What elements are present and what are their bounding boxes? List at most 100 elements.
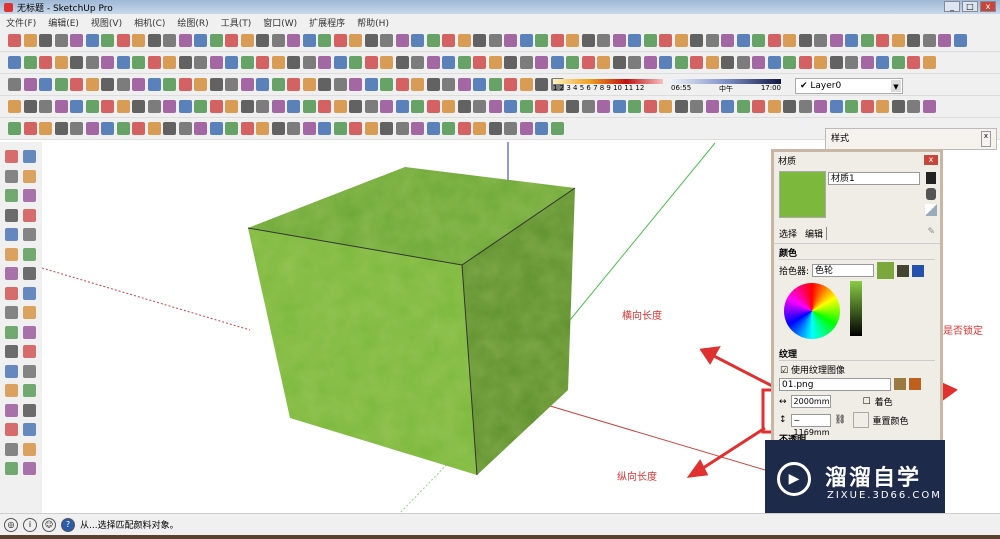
tool-icon[interactable] <box>85 78 99 91</box>
tool-icon[interactable] <box>426 34 440 47</box>
tool-icon[interactable] <box>442 78 455 91</box>
layer-select[interactable]: ✔ Layer0 ▼ <box>795 78 903 94</box>
tool-icon[interactable] <box>209 100 223 113</box>
tool-icon[interactable] <box>194 100 207 113</box>
tool-icon[interactable] <box>23 189 36 202</box>
tool-icon[interactable] <box>457 34 471 47</box>
tool-icon[interactable] <box>643 100 657 113</box>
tool-icon[interactable] <box>349 78 362 91</box>
tool-icon[interactable] <box>380 78 393 91</box>
tool-icon[interactable] <box>628 56 641 69</box>
tool-icon[interactable] <box>736 56 750 69</box>
tool-icon[interactable] <box>690 56 703 69</box>
tool-icon[interactable] <box>132 56 145 69</box>
tool-icon[interactable] <box>473 78 486 91</box>
tool-icon[interactable] <box>23 169 36 183</box>
tool-icon[interactable] <box>147 122 161 135</box>
tool-icon[interactable] <box>116 78 130 91</box>
tool-icon[interactable] <box>457 78 471 91</box>
tool-icon[interactable] <box>225 100 238 113</box>
tool-icon[interactable] <box>488 78 502 91</box>
georef-icon[interactable]: ◎ <box>4 517 18 532</box>
tool-icon[interactable] <box>256 34 269 47</box>
tool-icon[interactable] <box>256 56 269 69</box>
tool-icon[interactable] <box>23 384 36 397</box>
tool-icon[interactable] <box>829 34 843 47</box>
tool-icon[interactable] <box>364 100 378 113</box>
tool-icon[interactable] <box>23 423 36 436</box>
tool-icon[interactable] <box>798 56 812 69</box>
tool-icon[interactable] <box>39 34 52 47</box>
tool-icon[interactable] <box>240 56 254 69</box>
tool-icon[interactable] <box>705 100 719 113</box>
tool-icon[interactable] <box>163 78 176 91</box>
textured-cube[interactable] <box>247 167 576 476</box>
tool-icon[interactable] <box>349 122 362 135</box>
tool-icon[interactable] <box>705 56 719 69</box>
tool-icon[interactable] <box>767 100 781 113</box>
tool-icon[interactable] <box>504 100 517 113</box>
tool-icon[interactable] <box>23 442 36 456</box>
tool-icon[interactable] <box>442 122 455 135</box>
tool-icon[interactable] <box>23 78 37 91</box>
tool-icon[interactable] <box>23 306 36 319</box>
tool-icon[interactable] <box>519 122 533 135</box>
shadow-month-slider[interactable]: 1 2 3 4 5 6 7 8 9 10 11 12 <box>553 79 663 93</box>
tool-icon[interactable] <box>5 189 18 202</box>
tool-icon[interactable] <box>767 56 781 69</box>
match-screen-color-icon[interactable] <box>912 264 925 277</box>
tool-icon[interactable] <box>318 100 331 113</box>
color-wheel[interactable] <box>784 283 840 339</box>
tool-icon[interactable] <box>860 34 874 47</box>
tool-icon[interactable] <box>628 34 641 47</box>
tool-icon[interactable] <box>271 78 285 91</box>
tool-icon[interactable] <box>23 228 36 241</box>
tool-icon[interactable] <box>798 34 812 47</box>
tool-icon[interactable] <box>240 100 254 113</box>
tool-icon[interactable] <box>783 100 796 113</box>
tool-icon[interactable] <box>721 34 734 47</box>
tool-icon[interactable] <box>70 122 83 135</box>
tool-icon[interactable] <box>380 100 393 113</box>
edit-texture-icon[interactable] <box>909 378 921 390</box>
tool-icon[interactable] <box>70 34 83 47</box>
tool-icon[interactable] <box>256 78 269 91</box>
tool-icon[interactable] <box>473 56 486 69</box>
tool-icon[interactable] <box>39 122 52 135</box>
tool-icon[interactable] <box>5 403 18 417</box>
tool-icon[interactable] <box>271 34 285 47</box>
use-texture-checkbox[interactable]: ☑ <box>780 366 788 376</box>
texture-width-field[interactable]: 2000mm <box>790 395 831 408</box>
tool-icon[interactable] <box>488 56 502 69</box>
styles-close-button[interactable]: x <box>980 131 991 147</box>
tool-icon[interactable] <box>271 122 285 135</box>
tool-icon[interactable] <box>178 34 192 47</box>
tool-icon[interactable] <box>85 100 99 113</box>
texture-file-field[interactable]: 01.png <box>779 378 891 391</box>
tool-icon[interactable] <box>209 78 223 91</box>
info-icon[interactable]: i <box>23 517 37 532</box>
tool-icon[interactable] <box>5 364 18 378</box>
tool-icon[interactable] <box>5 208 18 222</box>
tool-icon[interactable] <box>380 56 393 69</box>
tool-icon[interactable] <box>85 34 99 47</box>
tool-icon[interactable] <box>643 56 657 69</box>
tool-icon[interactable] <box>845 34 858 47</box>
tool-icon[interactable] <box>535 100 548 113</box>
tool-icon[interactable] <box>5 384 18 397</box>
tool-icon[interactable] <box>535 56 548 69</box>
tool-icon[interactable] <box>814 34 827 47</box>
tool-icon[interactable] <box>318 122 331 135</box>
tool-icon[interactable] <box>178 100 192 113</box>
tool-icon[interactable] <box>225 34 238 47</box>
tool-icon[interactable] <box>845 56 858 69</box>
tool-icon[interactable] <box>504 78 517 91</box>
tool-icon[interactable] <box>178 122 192 135</box>
menu-window[interactable]: 窗口(W) <box>263 16 297 29</box>
tool-icon[interactable] <box>8 100 21 113</box>
texture-height-field[interactable]: ~ 1169mm <box>790 413 831 437</box>
tool-icon[interactable] <box>550 122 564 135</box>
tool-icon[interactable] <box>318 34 331 47</box>
tool-icon[interactable] <box>194 122 207 135</box>
menu-view[interactable]: 视图(V) <box>91 16 122 29</box>
